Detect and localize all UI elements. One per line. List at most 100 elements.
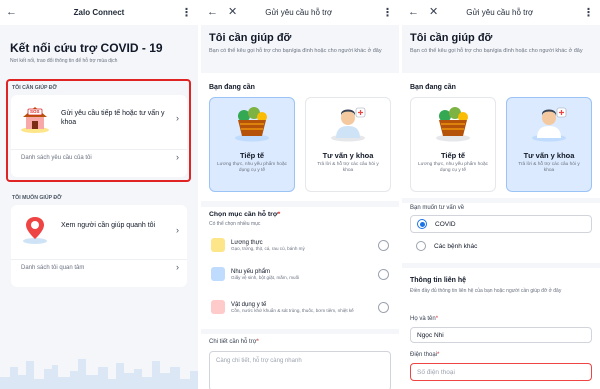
need-help-card: SOS Gửi yêu cầu tiếp tế hoặc tư vấn y kh… <box>11 95 187 177</box>
required-mark: * <box>437 352 440 358</box>
option-covid[interactable]: COVID <box>410 215 592 233</box>
more-options-icon[interactable]: ⋮ <box>181 6 192 19</box>
section-gap <box>201 329 399 334</box>
top-bar: ← ✕ Gửi yêu cầu hỗ trợ ⋮ <box>402 0 600 25</box>
sos-house-icon: SOS <box>19 103 51 135</box>
essentials-icon <box>211 267 225 281</box>
detail-label-text: Chi tiết cần hỗ trợ <box>209 339 257 345</box>
see-people-text[interactable]: Xem người cần giúp quanh tôi <box>61 221 171 230</box>
request-form: Tôi cần giúp đỡ Bạn có thể kêu gọi hỗ tr… <box>402 25 600 389</box>
detail-textarea[interactable]: Càng chi tiết, hỗ trợ càng nhanh <box>209 351 391 389</box>
back-arrow-icon[interactable]: ← <box>207 7 218 18</box>
request-card-text[interactable]: Gửi yêu cầu tiếp tế hoặc tư vấn y khoa <box>61 109 166 128</box>
tile-supply-title: Tiếp tế <box>440 151 466 160</box>
phone-label: Điện thoại* <box>410 352 439 358</box>
name-label: Họ và tên* <box>410 316 438 322</box>
home-content: Kết nối cứu trợ COVID - 19 Nơi kết nối, … <box>0 25 198 389</box>
chevron-right-icon[interactable]: › <box>176 262 179 272</box>
item-desc: Cồn, nước khử khuẩn & sát trùng, thuốc, … <box>231 307 354 313</box>
tile-medical-desc: Trả lời & hỗ trợ các câu hỏi y khoa <box>317 162 379 174</box>
form-subtitle: Bạn có thể kêu gọi hỗ trợ cho bạn/gia đì… <box>209 48 382 54</box>
city-skyline-decoration <box>0 359 198 389</box>
want-help-caption: TÔI MUỐN GIÚP ĐỠ <box>12 195 62 201</box>
more-options-icon[interactable]: ⋮ <box>583 6 594 19</box>
screen-support-request-medical: ← ✕ Gửi yêu cầu hỗ trợ ⋮ Tôi cần giúp đỡ… <box>402 0 600 389</box>
item-desc: Gạo, trứng, thịt, cá, rau củ, bánh mỳ <box>231 245 305 251</box>
tile-medical-title: Tư vấn y khoa <box>523 151 575 160</box>
name-label-text: Họ và tên <box>410 316 436 322</box>
close-icon[interactable]: ✕ <box>228 7 237 18</box>
contact-title: Thông tin liên hệ <box>410 277 466 284</box>
food-icon <box>211 238 225 252</box>
name-input[interactable]: Ngọc Nhi <box>410 327 592 343</box>
tile-medical[interactable]: Tư vấn y khoa Trả lời & hỗ trợ các câu h… <box>305 97 391 192</box>
choose-label: Chọn mục cần hỗ trợ* <box>209 211 280 218</box>
tile-supply[interactable]: Tiếp tế Lương thực, nhu yếu phẩm hoặc dụ… <box>410 97 496 192</box>
chevron-right-icon[interactable]: › <box>176 225 179 235</box>
divider <box>11 149 187 150</box>
medical-supplies-icon <box>211 300 225 314</box>
supply-basket-icon <box>235 107 269 142</box>
chevron-right-icon[interactable]: › <box>176 152 179 162</box>
more-options-icon[interactable]: ⋮ <box>382 6 393 19</box>
doctor-icon <box>331 107 366 142</box>
screen-zalo-connect: ← Zalo Connect ⋮ Kết nối cứu trợ COVID -… <box>0 0 198 389</box>
detail-label: Chi tiết cần hỗ trợ* <box>209 339 259 345</box>
phone-label-text: Điện thoại <box>410 352 438 358</box>
option-other-diseases[interactable]: Các bệnh khác <box>410 237 592 255</box>
choose-hint: Có thể chọn nhiều mục <box>209 221 261 227</box>
contact-desc: Điền đầy đủ thông tin liên hệ của bạn ho… <box>410 288 562 294</box>
item-desc: Giấy vệ sinh, bột giặt, mắm, muối <box>231 274 300 280</box>
supply-basket-icon <box>436 107 470 142</box>
list-item-essentials[interactable]: Nhu yếu phẩm Giấy vệ sinh, bột giặt, mắm… <box>211 260 389 288</box>
back-arrow-icon[interactable]: ← <box>408 7 419 18</box>
name-value: Ngọc Nhi <box>417 331 444 339</box>
header-title: Zalo Connect <box>73 8 125 17</box>
item-checkbox[interactable] <box>378 301 389 313</box>
phone-input[interactable]: Số điện thoại <box>410 363 592 381</box>
top-bar: ← Zalo Connect ⋮ <box>0 0 198 25</box>
tile-supply-desc: Lương thực, nhu yếu phẩm hoặc dụng cụ y … <box>417 162 489 174</box>
item-checkbox[interactable] <box>378 239 389 251</box>
section-gap <box>201 201 399 207</box>
required-mark: * <box>435 316 439 322</box>
my-requests-link[interactable]: Danh sách yêu cầu của tôi <box>21 155 92 161</box>
tile-supply-title: Tiếp tế <box>239 151 265 160</box>
tile-medical[interactable]: Tư vấn y khoa Trả lời & hỗ trợ các câu h… <box>506 97 592 192</box>
page-subtitle: Nơi kết nối, trao đổi thông tin để hỗ tr… <box>10 58 118 64</box>
item-checkbox[interactable] <box>378 268 389 280</box>
following-list-link[interactable]: Danh sách tôi quan tâm <box>21 265 84 271</box>
radio-dot <box>419 221 425 227</box>
list-item-food[interactable]: Lương thực Gạo, trứng, thịt, cá, rau củ,… <box>211 231 389 259</box>
need-label: Bạn đang cần <box>410 84 456 91</box>
back-arrow-icon[interactable]: ← <box>6 7 17 18</box>
choose-label-text: Chọn mục cần hỗ trợ <box>209 211 278 218</box>
want-help-card: Xem người cần giúp quanh tôi › Danh sách… <box>11 205 187 287</box>
need-help-caption: TÔI CẦN GIÚP ĐỠ <box>12 85 57 91</box>
close-icon[interactable]: ✕ <box>429 7 438 18</box>
form-subtitle: Bạn có thể kêu gọi hỗ trợ cho bạn/gia đì… <box>410 48 583 54</box>
request-form: Tôi cần giúp đỡ Bạn có thể kêu gọi hỗ tr… <box>201 25 399 389</box>
header-title: Gửi yêu cầu hỗ trợ <box>265 8 333 17</box>
list-item-medical-supplies[interactable]: Vật dụng y tế Cồn, nước khử khuẩn & sát … <box>211 289 389 325</box>
phone-placeholder: Số điện thoại <box>417 368 455 376</box>
top-bar: ← ✕ Gửi yêu cầu hỗ trợ ⋮ <box>201 0 399 25</box>
option-other-label: Các bệnh khác <box>434 242 478 250</box>
required-mark: * <box>277 211 281 218</box>
chevron-right-icon[interactable]: › <box>176 113 179 123</box>
detail-placeholder: Càng chi tiết, hỗ trợ càng nhanh <box>216 358 302 364</box>
form-title: Tôi cần giúp đỡ <box>410 32 493 44</box>
section-gap <box>402 263 600 268</box>
option-covid-label: COVID <box>435 220 456 228</box>
divider <box>11 259 187 260</box>
tile-supply[interactable]: Tiếp tế Lương thực, nhu yếu phẩm hoặc dụ… <box>209 97 295 192</box>
radio-selected[interactable] <box>417 219 427 229</box>
doctor-icon <box>532 107 567 142</box>
radio-unselected[interactable] <box>416 241 426 251</box>
tile-supply-desc: Lương thực, nhu yếu phẩm hoặc dụng cụ y … <box>216 162 288 174</box>
form-title: Tôi cần giúp đỡ <box>209 32 292 44</box>
consult-label: Bạn muốn tư vấn về <box>410 205 465 211</box>
screen-support-request-supply: ← ✕ Gửi yêu cầu hỗ trợ ⋮ Tôi cần giúp đỡ… <box>201 0 399 389</box>
need-label: Bạn đang cần <box>209 84 255 91</box>
location-pin-icon <box>21 215 49 245</box>
